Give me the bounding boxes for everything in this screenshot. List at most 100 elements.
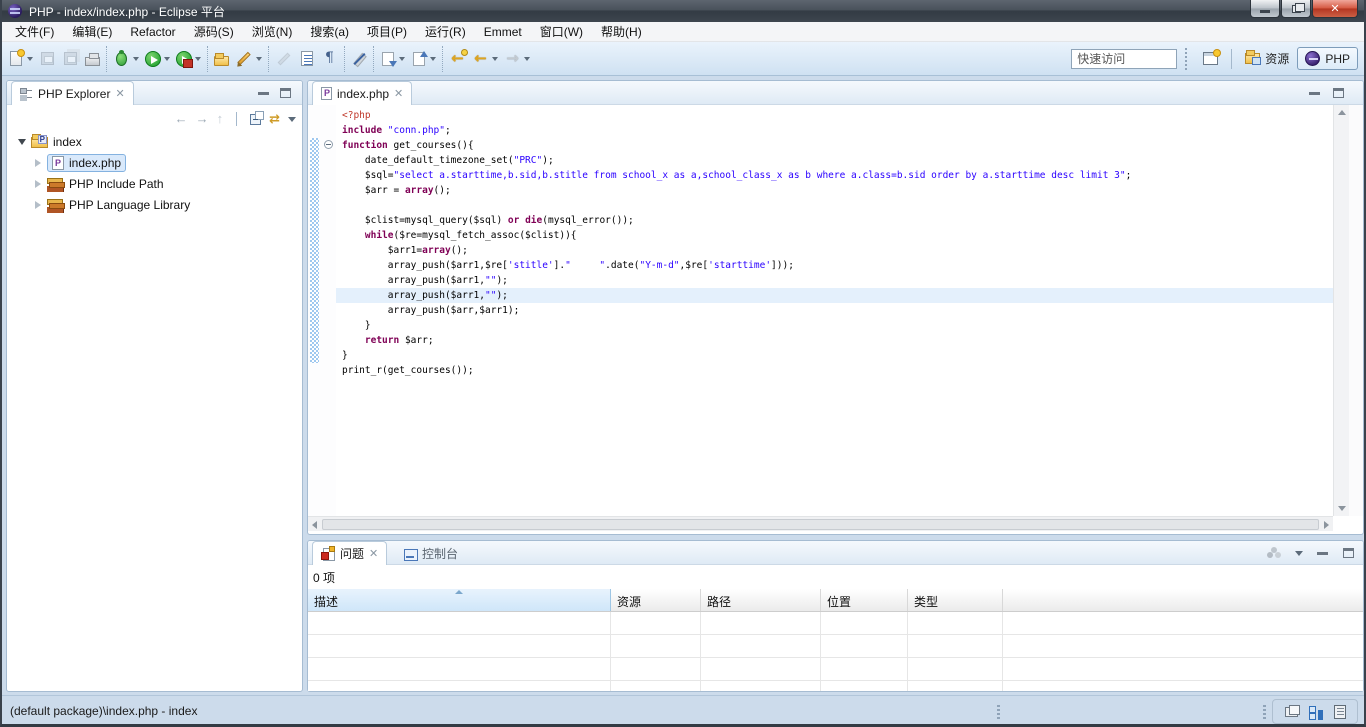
code-line-5[interactable]: $sql="select a.starttime,b.sid,b.stitle … [336, 168, 1333, 183]
run-button[interactable] [142, 47, 173, 71]
prev-ann-button[interactable] [408, 47, 439, 71]
trim-grip[interactable] [1263, 705, 1266, 719]
tab-php-explorer[interactable]: PHP Explorer ✕ [11, 81, 134, 105]
tab-close-icon[interactable]: ✕ [394, 89, 403, 99]
annotation-ruler[interactable] [308, 105, 322, 516]
code-line-12[interactable]: array_push($arr1,""); [336, 273, 1333, 288]
back-nav-icon[interactable]: ← [175, 110, 188, 128]
open-task-button[interactable] [211, 47, 232, 71]
problems-maximize-button[interactable] [1343, 548, 1355, 558]
menu-item-9[interactable]: 窗口(W) [531, 21, 592, 42]
dropdown-arrow-icon[interactable] [430, 57, 436, 61]
code-line-11[interactable]: array_push($arr1,$re['stitle']." ".date(… [336, 258, 1333, 273]
collapsed-arrow-icon[interactable] [33, 179, 43, 189]
back-button[interactable]: ← [469, 47, 501, 71]
dropdown-arrow-icon[interactable] [492, 57, 498, 61]
open-perspective-button[interactable] [1195, 48, 1226, 69]
code-line-6[interactable]: $arr = array(); [336, 183, 1333, 198]
view-menu-icon[interactable] [288, 117, 296, 122]
edit-gray-button[interactable] [272, 47, 296, 71]
new-button[interactable] [5, 47, 36, 71]
code-line-3[interactable]: function get_courses(){ [336, 138, 1333, 153]
editor-maximize-button[interactable] [1333, 88, 1345, 98]
mark-pen-button[interactable] [232, 47, 265, 71]
overview-ruler[interactable] [1349, 105, 1363, 516]
menu-item-5[interactable]: 搜索(a) [301, 21, 358, 42]
perspective-resource-button[interactable]: 资源 [1237, 46, 1297, 71]
scroll-right-icon[interactable] [1324, 521, 1329, 529]
column-header-3[interactable]: 位置 [821, 589, 908, 611]
quick-access-input[interactable] [1071, 49, 1177, 69]
next-ann-button[interactable] [377, 47, 408, 71]
code-line-10[interactable]: $arr1=array(); [336, 243, 1333, 258]
code-line-17[interactable]: } [336, 348, 1333, 363]
menu-item-4[interactable]: 浏览(N) [243, 21, 302, 42]
menu-item-6[interactable]: 项目(P) [358, 21, 416, 42]
tab-index-php[interactable]: index.php ✕ [312, 81, 412, 105]
tab-console[interactable]: 控制台 [394, 541, 467, 565]
status-grip[interactable] [997, 705, 1000, 719]
save-all-button[interactable] [59, 47, 82, 71]
go-up-icon[interactable]: ↑ [217, 110, 224, 128]
scroll-up-icon[interactable] [1338, 110, 1346, 115]
dropdown-arrow-icon[interactable] [27, 57, 33, 61]
tree-item-php-language-library[interactable]: PHP Language Library [7, 194, 302, 215]
folding-ruler[interactable] [322, 105, 336, 516]
perspective-php-button[interactable]: PHP [1297, 47, 1358, 70]
tree-item-index-php[interactable]: index.php [7, 152, 302, 173]
format-doc-button[interactable] [296, 47, 318, 71]
scroll-down-icon[interactable] [1338, 506, 1346, 511]
dropdown-arrow-icon[interactable] [164, 57, 170, 61]
code-line-14[interactable]: array_push($arr,$arr1); [336, 303, 1333, 318]
code-line-2[interactable]: include "conn.php"; [336, 123, 1333, 138]
menu-item-3[interactable]: 源码(S) [185, 21, 243, 42]
dropdown-arrow-icon[interactable] [195, 57, 201, 61]
editor-content[interactable]: <?phpinclude "conn.php";function get_cou… [308, 105, 1363, 516]
menu-item-2[interactable]: Refactor [121, 23, 184, 41]
menu-item-1[interactable]: 编辑(E) [63, 21, 121, 42]
tab-close-icon[interactable]: ✕ [115, 89, 124, 99]
code-line-18[interactable]: print_r(get_courses()); [336, 363, 1333, 378]
forward-button[interactable]: → [501, 47, 533, 71]
column-header-2[interactable]: 路径 [701, 589, 821, 611]
vertical-scrollbar[interactable] [1333, 105, 1349, 516]
forward-nav-icon[interactable]: → [196, 110, 209, 128]
group-by-icon[interactable] [1267, 547, 1281, 559]
code-line-1[interactable]: <?php [336, 108, 1333, 123]
window-close-button[interactable]: ✕ [1312, 0, 1358, 18]
link-with-editor-icon[interactable]: ⇄ [269, 111, 280, 127]
explorer-minimize-button[interactable] [258, 88, 270, 98]
expanded-arrow-icon[interactable] [17, 137, 27, 147]
code-area[interactable]: <?phpinclude "conn.php";function get_cou… [336, 108, 1333, 378]
horizontal-scroll-thumb[interactable] [322, 519, 1319, 530]
last-edit-button[interactable]: ← [446, 47, 469, 71]
scroll-left-icon[interactable] [312, 521, 317, 529]
code-line-8[interactable]: $clist=mysql_query($sql) or die(mysql_er… [336, 213, 1333, 228]
collapsed-arrow-icon[interactable] [33, 158, 43, 168]
save-button[interactable] [36, 47, 59, 71]
menu-item-8[interactable]: Emmet [475, 23, 531, 41]
collapsed-arrow-icon[interactable] [33, 200, 43, 210]
code-line-7[interactable] [336, 198, 1333, 213]
run-config-button[interactable] [173, 47, 204, 71]
dropdown-arrow-icon[interactable] [133, 57, 139, 61]
tree-item-index[interactable]: index [7, 131, 302, 152]
window-minimize-button[interactable] [1250, 0, 1280, 18]
restore-view-icon[interactable] [1285, 707, 1298, 717]
console-trim-icon[interactable] [1334, 705, 1346, 719]
debug-button[interactable] [110, 47, 142, 71]
column-header-0[interactable]: 描述 [308, 589, 611, 611]
fold-collapse-icon[interactable] [324, 140, 333, 149]
no-edit-button[interactable] [348, 47, 370, 71]
dropdown-arrow-icon[interactable] [524, 57, 530, 61]
tree-item-php-include-path[interactable]: PHP Include Path [7, 173, 302, 194]
code-line-9[interactable]: while($re=mysql_fetch_assoc($clist)){ [336, 228, 1333, 243]
code-line-4[interactable]: date_default_timezone_set("PRC"); [336, 153, 1333, 168]
window-restore-button[interactable] [1281, 0, 1311, 18]
problems-minimize-button[interactable] [1317, 548, 1329, 558]
column-header-1[interactable]: 资源 [611, 589, 701, 611]
horizontal-scrollbar[interactable] [308, 516, 1333, 531]
tab-close-icon[interactable]: ✕ [369, 549, 378, 559]
explorer-maximize-button[interactable] [280, 88, 292, 98]
code-line-15[interactable]: } [336, 318, 1333, 333]
